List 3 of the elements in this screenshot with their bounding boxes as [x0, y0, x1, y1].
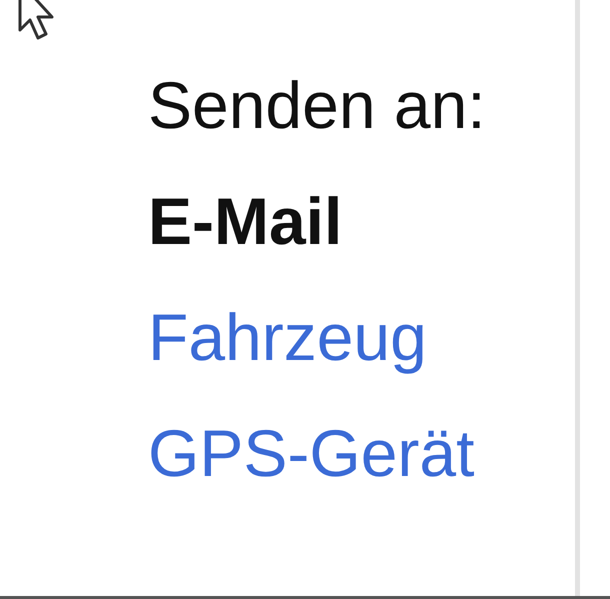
- send-option-link[interactable]: E-Mail: [148, 188, 342, 254]
- send-to-label: Senden an:: [148, 72, 486, 138]
- send-option-link[interactable]: GPS-Gerät: [148, 420, 474, 486]
